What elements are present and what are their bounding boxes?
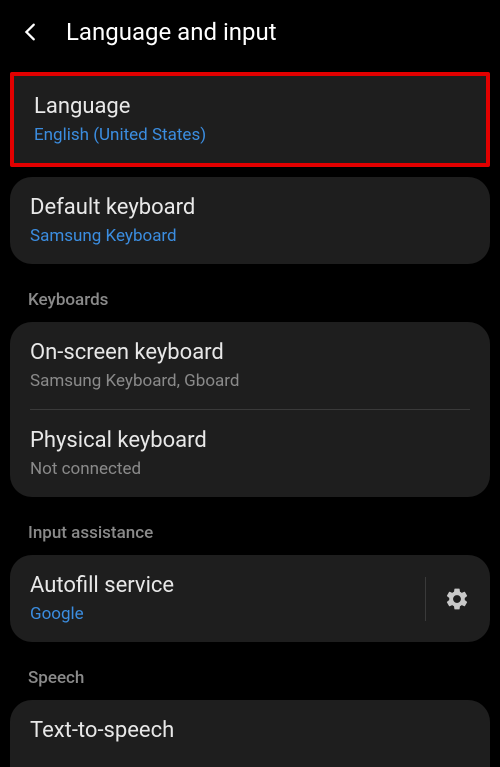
gear-icon[interactable] bbox=[444, 586, 470, 612]
header: Language and input bbox=[0, 0, 500, 64]
default-keyboard-subtitle: Samsung Keyboard bbox=[30, 226, 470, 246]
section-speech: Speech bbox=[0, 650, 500, 700]
physical-keyboard-title: Physical keyboard bbox=[30, 428, 470, 453]
page-title: Language and input bbox=[66, 18, 277, 46]
onscreen-keyboard-title: On-screen keyboard bbox=[30, 340, 470, 365]
autofill-subtitle: Google bbox=[30, 604, 407, 624]
section-keyboards: Keyboards bbox=[0, 272, 500, 322]
autofill-title: Autofill service bbox=[30, 573, 407, 598]
section-input-assistance: Input assistance bbox=[0, 505, 500, 555]
back-icon[interactable] bbox=[20, 21, 42, 43]
default-keyboard-item[interactable]: Default keyboard Samsung Keyboard bbox=[10, 177, 490, 264]
default-keyboard-title: Default keyboard bbox=[30, 195, 470, 220]
tts-title: Text-to-speech bbox=[30, 718, 470, 743]
physical-keyboard-subtitle: Not connected bbox=[30, 459, 470, 479]
tts-card[interactable]: Text-to-speech bbox=[10, 700, 490, 767]
autofill-card: Autofill service Google bbox=[10, 555, 490, 642]
physical-keyboard-item[interactable]: Physical keyboard Not connected bbox=[10, 410, 490, 497]
keyboards-card: On-screen keyboard Samsung Keyboard, Gbo… bbox=[10, 322, 490, 497]
divider-vertical bbox=[425, 577, 426, 621]
onscreen-keyboard-item[interactable]: On-screen keyboard Samsung Keyboard, Gbo… bbox=[10, 322, 490, 409]
language-title: Language bbox=[34, 94, 466, 119]
language-item[interactable]: Language English (United States) bbox=[10, 72, 490, 167]
autofill-item[interactable]: Autofill service Google bbox=[30, 573, 407, 624]
onscreen-keyboard-subtitle: Samsung Keyboard, Gboard bbox=[30, 371, 470, 391]
language-subtitle: English (United States) bbox=[34, 125, 466, 145]
